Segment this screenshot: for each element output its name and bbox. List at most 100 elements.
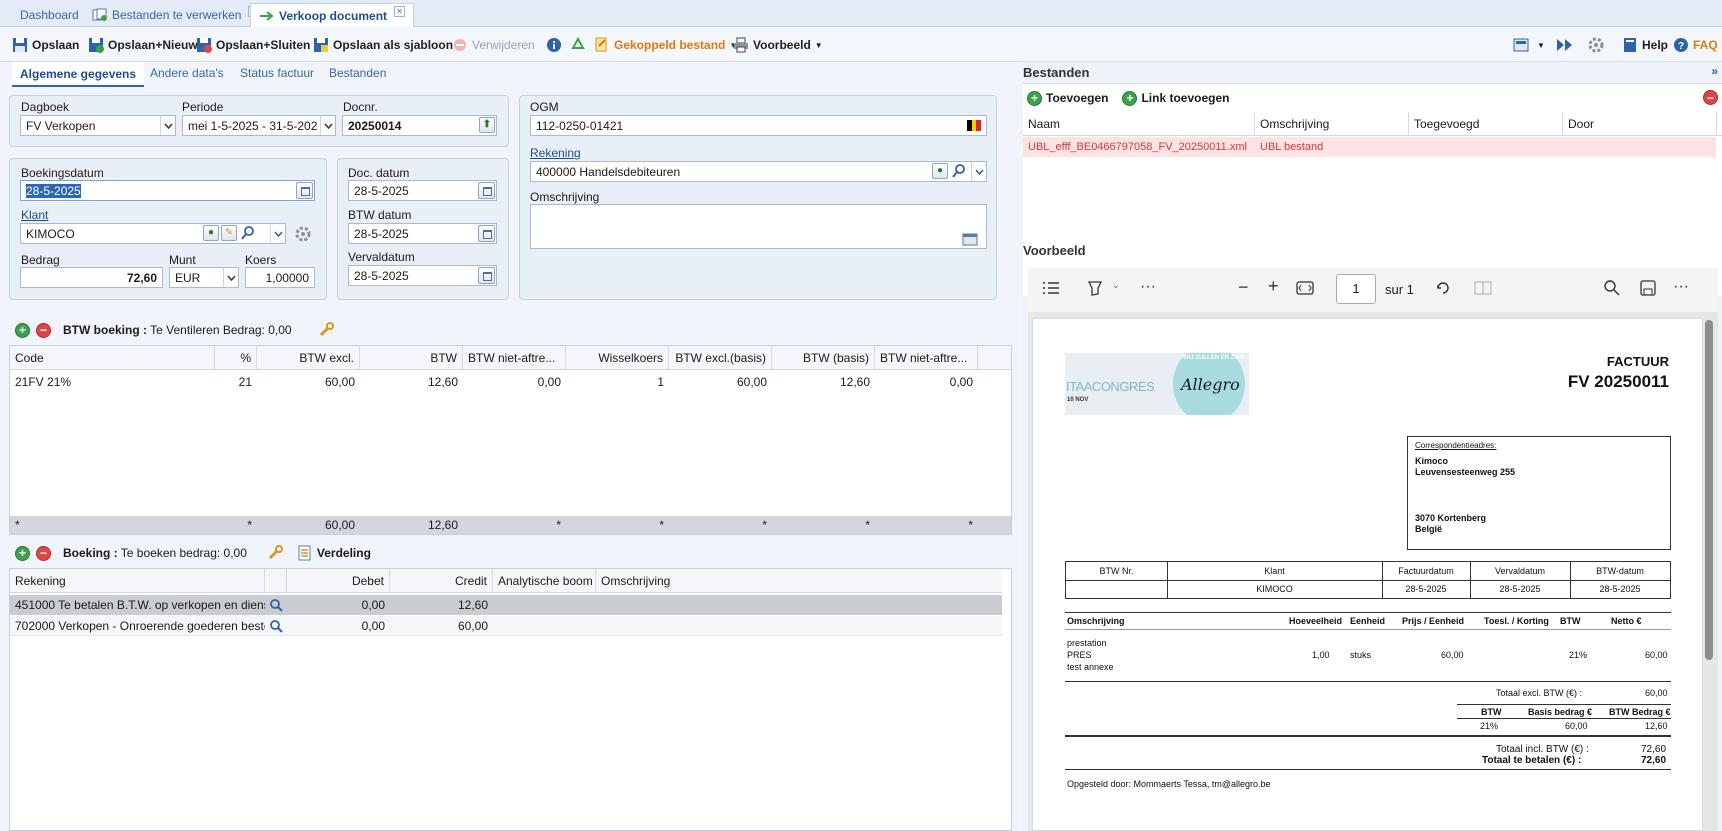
calendar-icon[interactable] bbox=[296, 182, 313, 199]
pdf-scrollbar[interactable] bbox=[1705, 320, 1713, 660]
save-button[interactable]: Opslaan bbox=[12, 37, 79, 53]
chevron-down-icon[interactable] bbox=[320, 116, 335, 135]
table-row[interactable]: 451000 Te betalen B.T.W. op verkopen en … bbox=[10, 595, 1002, 615]
tab-bestanden-te-verwerken[interactable]: Bestanden te verwerken × bbox=[84, 3, 267, 27]
col-rekening[interactable]: Rekening bbox=[10, 569, 265, 593]
col-naam[interactable]: Naam bbox=[1023, 112, 1255, 136]
col-code[interactable]: Code bbox=[10, 346, 215, 370]
recycle-button[interactable] bbox=[570, 37, 586, 53]
preview-button[interactable]: Voorbeeld ▼ bbox=[733, 37, 823, 53]
col-btw-niet-aftrek-basis[interactable]: BTW niet-aftre... bbox=[875, 346, 978, 370]
tab-andere-datas[interactable]: Andere data's bbox=[146, 66, 228, 80]
dagboek-select[interactable]: FV Verkopen bbox=[20, 115, 176, 136]
table-row[interactable]: 21FV 21% 21 60,00 12,60 0,00 1 60,00 12,… bbox=[10, 372, 990, 392]
search-icon[interactable] bbox=[952, 164, 966, 178]
col-percent[interactable]: % bbox=[215, 346, 257, 370]
highlight-icon[interactable] bbox=[1086, 280, 1104, 296]
periode-select[interactable]: mei 1-5-2025 - 31-5-202 bbox=[182, 115, 336, 136]
add-customer-icon[interactable]: ● bbox=[203, 225, 219, 241]
remove-icon[interactable]: − bbox=[36, 545, 51, 561]
zoom-out-icon[interactable]: − bbox=[1238, 277, 1249, 298]
add-icon[interactable]: + bbox=[15, 322, 30, 338]
col-door[interactable]: Door bbox=[1563, 112, 1717, 136]
docdatum-input[interactable]: 28-5-2025 bbox=[348, 180, 497, 201]
col-btw-excl-basis[interactable]: BTW excl.(basis) bbox=[669, 346, 772, 370]
two-page-icon[interactable] bbox=[1474, 281, 1492, 295]
col-btw-excl[interactable]: BTW excl. bbox=[257, 346, 360, 370]
tab-bestanden[interactable]: Bestanden bbox=[325, 66, 390, 80]
chevron-down-icon[interactable] bbox=[270, 224, 285, 243]
search-icon[interactable] bbox=[269, 619, 283, 633]
ogm-input[interactable]: 112-0250-01421 bbox=[530, 115, 987, 136]
fast-forward-button[interactable] bbox=[1556, 37, 1574, 53]
col-debet[interactable]: Debet bbox=[287, 569, 390, 593]
rotate-icon[interactable] bbox=[1434, 279, 1452, 297]
calendar-icon[interactable] bbox=[478, 182, 495, 199]
klant-input[interactable]: KIMOCO ● ✎ bbox=[20, 223, 286, 244]
remove-icon[interactable]: − bbox=[1703, 90, 1718, 105]
add-file-button[interactable]: + Toevoegen bbox=[1027, 90, 1108, 106]
col-btw[interactable]: BTW bbox=[360, 346, 463, 370]
more-icon[interactable]: ··· bbox=[1673, 278, 1689, 296]
btwdatum-input[interactable]: 28-5-2025 bbox=[348, 223, 497, 244]
table-row[interactable]: 702000 Verkopen - Onroerende goederen be… bbox=[10, 616, 1002, 636]
gear-icon[interactable] bbox=[295, 226, 311, 242]
settings-button[interactable] bbox=[1588, 37, 1604, 53]
wrench-icon[interactable] bbox=[267, 545, 283, 561]
col-omschrijving[interactable]: Omschrijving bbox=[596, 569, 1001, 593]
search-icon[interactable] bbox=[1604, 280, 1620, 296]
calendar-icon[interactable] bbox=[478, 225, 495, 242]
chevron-down-icon[interactable] bbox=[971, 162, 986, 181]
col-btw-niet-aftrek[interactable]: BTW niet-aftre... bbox=[463, 346, 566, 370]
collapse-icon[interactable]: » bbox=[1711, 64, 1718, 78]
search-icon[interactable] bbox=[241, 226, 255, 240]
help-button[interactable]: Help bbox=[1622, 37, 1668, 53]
klant-label[interactable]: Klant bbox=[21, 208, 48, 222]
more-icon[interactable]: ··· bbox=[1140, 278, 1156, 296]
fit-page-icon[interactable] bbox=[1296, 281, 1314, 295]
chevron-down-icon[interactable] bbox=[223, 268, 238, 287]
col-btw-basis[interactable]: BTW (basis) bbox=[772, 346, 875, 370]
munt-select[interactable]: EUR bbox=[169, 267, 239, 288]
page-input[interactable]: 1 bbox=[1336, 274, 1376, 304]
linked-file-button[interactable]: Gekoppeld bestand ▼ bbox=[594, 37, 737, 53]
col-omschrijving[interactable]: Omschrijving bbox=[1255, 112, 1409, 136]
next-number-icon[interactable]: ⬆ bbox=[479, 117, 495, 133]
koers-input[interactable]: 1,00000 bbox=[245, 267, 315, 288]
add-link-button[interactable]: + Link toevoegen bbox=[1122, 90, 1229, 106]
rekening-label[interactable]: Rekening bbox=[530, 146, 581, 160]
close-icon[interactable]: × bbox=[394, 6, 406, 17]
save-icon[interactable] bbox=[1640, 280, 1656, 296]
search-icon[interactable] bbox=[269, 598, 283, 612]
zoom-in-icon[interactable]: + bbox=[1268, 276, 1279, 297]
calendar-icon[interactable] bbox=[962, 233, 978, 246]
save-template-button[interactable]: Opslaan als sjabloon bbox=[313, 37, 453, 53]
vervaldatum-input[interactable]: 28-5-2025 bbox=[348, 265, 497, 286]
bedrag-input[interactable]: 72,60 bbox=[20, 267, 163, 288]
verdeling-button[interactable]: Verdeling bbox=[297, 545, 371, 561]
save-new-button[interactable]: Opslaan+Nieuw bbox=[88, 37, 198, 53]
table-row[interactable]: UBL_efff_BE0466797058_FV_20250011.xml UB… bbox=[1023, 137, 1716, 157]
chevron-down-icon[interactable] bbox=[160, 116, 175, 135]
tab-algemene-gegevens[interactable]: Algemene gegevens bbox=[12, 62, 145, 87]
calendar-icon[interactable] bbox=[478, 267, 495, 284]
faq-button[interactable]: ? FAQ bbox=[1673, 37, 1718, 53]
col-toegevoegd[interactable]: Toegevoegd bbox=[1409, 112, 1563, 136]
edit-icon[interactable]: ✎ bbox=[221, 225, 237, 241]
add-icon[interactable]: + bbox=[15, 545, 30, 561]
add-account-icon[interactable]: ● bbox=[932, 163, 948, 179]
col-analytische-boom[interactable]: Analytische boom bbox=[493, 569, 596, 593]
boekingsdatum-input[interactable]: 28-5-2025 bbox=[20, 180, 315, 201]
docnr-input[interactable]: 20250014 ⬆ bbox=[342, 115, 497, 136]
col-wisselkoers[interactable]: Wisselkoers bbox=[566, 346, 669, 370]
save-close-button[interactable]: Opslaan+Sluiten bbox=[196, 37, 310, 53]
wrench-icon[interactable] bbox=[318, 322, 334, 338]
toc-icon[interactable] bbox=[1042, 280, 1060, 296]
rekening-input[interactable]: 400000 Handelsdebiteuren ● bbox=[530, 161, 987, 182]
col-credit[interactable]: Credit bbox=[390, 569, 493, 593]
delete-button[interactable]: Verwijderen bbox=[452, 37, 535, 53]
chevron-down-icon[interactable]: ⌄ bbox=[1112, 280, 1120, 291]
tab-verkoop-document[interactable]: Verkoop document × bbox=[250, 3, 415, 27]
remove-icon[interactable]: − bbox=[36, 322, 51, 338]
info-button[interactable] bbox=[546, 37, 562, 53]
